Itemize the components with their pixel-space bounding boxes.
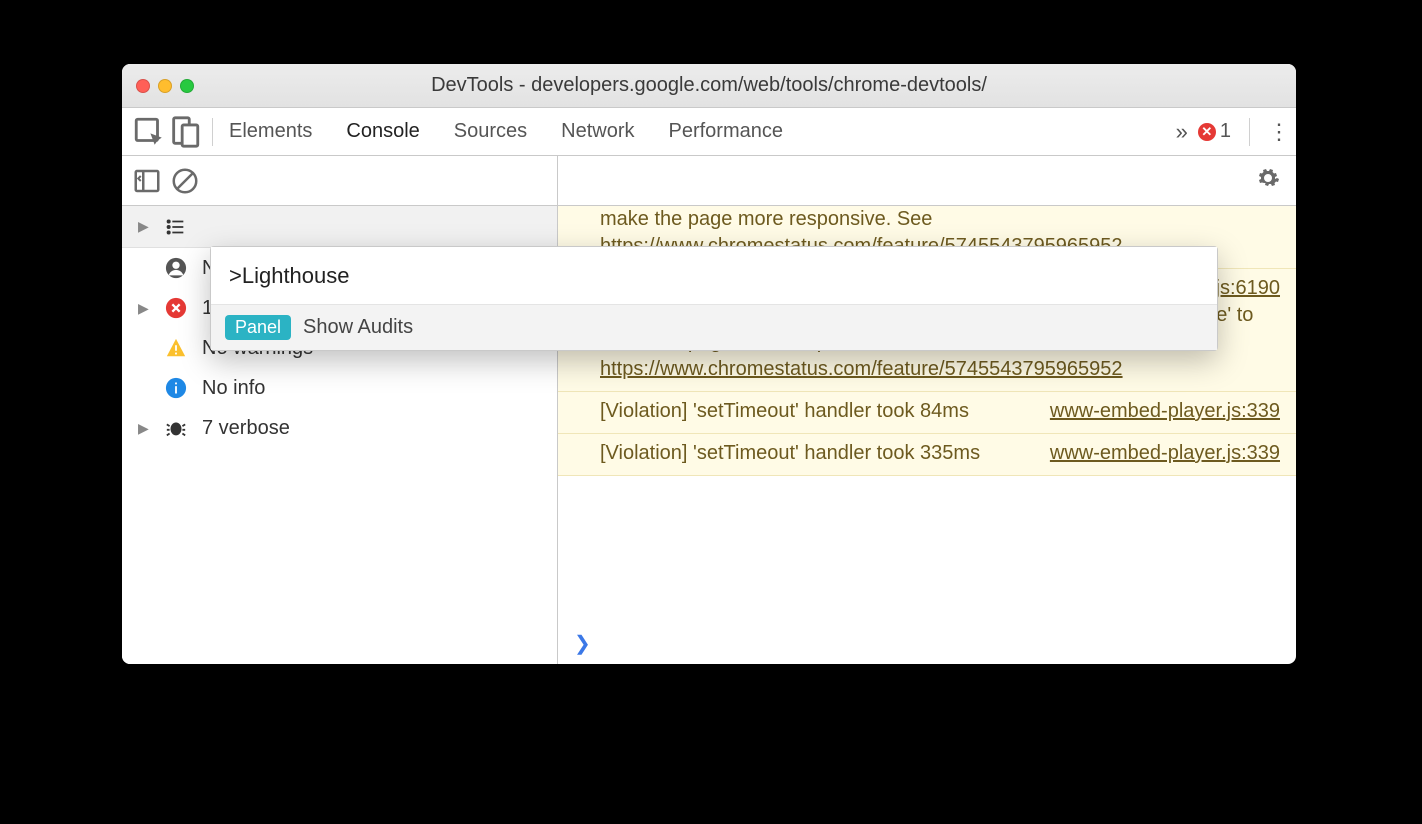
result-category-pill: Panel	[225, 315, 291, 340]
prompt-glyph: ❯	[574, 633, 591, 655]
warning-icon	[164, 336, 188, 360]
sidebar-header-row[interactable]: ▶	[122, 206, 557, 248]
error-icon	[164, 296, 188, 320]
command-menu-result[interactable]: Panel Show Audits	[211, 305, 1217, 350]
panel-tabs: Elements Console Sources Network Perform…	[229, 120, 783, 143]
more-tabs-icon[interactable]: »	[1176, 119, 1188, 145]
msg-source[interactable]: www-embed-player.js:339	[1050, 398, 1280, 425]
sidebar-item-verbose[interactable]: ▶ 7 verbose	[122, 408, 557, 448]
console-settings-bar	[558, 156, 1296, 206]
separator	[1249, 118, 1250, 146]
zoom-window-button[interactable]	[180, 79, 194, 93]
traffic-lights	[136, 79, 194, 93]
command-menu-input[interactable]	[211, 247, 1217, 305]
gear-icon[interactable]	[1256, 166, 1280, 195]
chevron-right-icon: ▶	[138, 420, 150, 437]
user-icon	[164, 256, 188, 280]
result-label: Show Audits	[303, 316, 413, 339]
info-icon	[164, 376, 188, 400]
console-message[interactable]: www-embed-player.js:339 [Violation] 'set…	[558, 392, 1296, 434]
inspect-element-icon[interactable]	[132, 115, 166, 149]
tab-elements[interactable]: Elements	[229, 120, 312, 143]
sidebar-item-label: 7 verbose	[202, 417, 290, 440]
chevron-right-icon: ▶	[138, 218, 150, 235]
msg-text: [Violation] 'setTimeout' handler took 84…	[600, 400, 969, 422]
console-output-pane: make the page more responsive. See https…	[558, 156, 1296, 664]
clear-console-icon[interactable]	[170, 166, 200, 196]
tab-sources[interactable]: Sources	[454, 120, 527, 143]
msg-text: make the page more responsive. See	[600, 208, 932, 230]
msg-text: [Violation] 'setTimeout' handler took 33…	[600, 442, 980, 464]
sidebar-item-info[interactable]: No info	[122, 368, 557, 408]
console-sidebar: ▶ No user messages ▶ 1 error	[122, 156, 558, 664]
close-window-button[interactable]	[136, 79, 150, 93]
console-prompt[interactable]: ❯	[558, 623, 1296, 664]
toolbar-right: » ✕ 1 ⋮	[1176, 118, 1290, 146]
main-toolbar: Elements Console Sources Network Perform…	[122, 108, 1296, 156]
device-toolbar-icon[interactable]	[168, 115, 202, 149]
bug-icon	[164, 416, 188, 440]
tab-performance[interactable]: Performance	[669, 120, 784, 143]
tab-console[interactable]: Console	[346, 120, 419, 143]
sidebar-item-label: No info	[202, 377, 265, 400]
toggle-sidebar-icon[interactable]	[132, 166, 162, 196]
error-count: 1	[1220, 120, 1231, 143]
error-icon: ✕	[1198, 123, 1216, 141]
chevron-right-icon: ▶	[138, 300, 150, 317]
kebab-menu-icon[interactable]: ⋮	[1268, 119, 1290, 145]
panel-body: ▶ No user messages ▶ 1 error	[122, 156, 1296, 664]
error-count-badge[interactable]: ✕ 1	[1198, 120, 1231, 143]
titlebar: DevTools - developers.google.com/web/too…	[122, 64, 1296, 108]
window-title: DevTools - developers.google.com/web/too…	[122, 74, 1296, 97]
list-icon	[164, 215, 188, 239]
msg-link[interactable]: https://www.chromestatus.com/feature/574…	[600, 358, 1123, 380]
console-message[interactable]: www-embed-player.js:339 [Violation] 'set…	[558, 434, 1296, 476]
msg-source[interactable]: www-embed-player.js:339	[1050, 440, 1280, 467]
command-menu: Panel Show Audits	[210, 246, 1218, 351]
tab-network[interactable]: Network	[561, 120, 634, 143]
devtools-window: DevTools - developers.google.com/web/too…	[122, 64, 1296, 664]
minimize-window-button[interactable]	[158, 79, 172, 93]
console-filterbar	[122, 156, 557, 206]
separator	[212, 118, 213, 146]
